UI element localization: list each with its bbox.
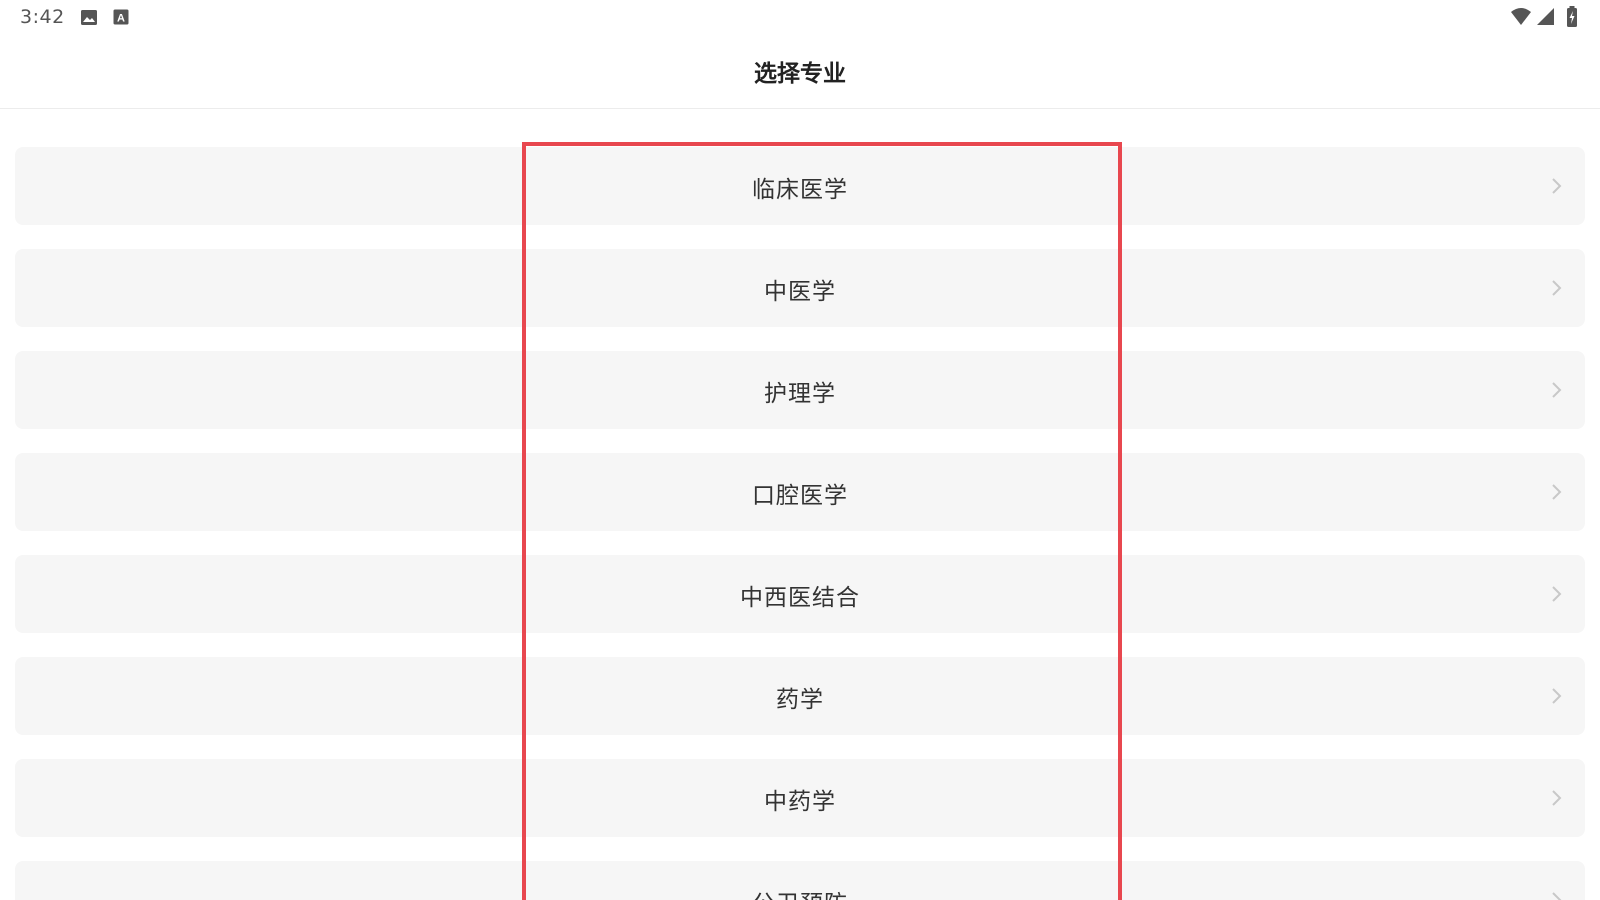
major-item-public-health[interactable]: 公卫预防 [15, 861, 1585, 900]
chevron-right-icon [1549, 789, 1563, 807]
major-item-integrated-medicine[interactable]: 中西医结合 [15, 555, 1585, 633]
chevron-right-icon [1549, 177, 1563, 195]
major-item-chinese-medicine[interactable]: 中医学 [15, 249, 1585, 327]
major-label: 临床医学 [752, 177, 848, 203]
major-item-chinese-pharmacy[interactable]: 中药学 [15, 759, 1585, 837]
major-item-pharmacy[interactable]: 药学 [15, 657, 1585, 735]
major-item-nursing[interactable]: 护理学 [15, 351, 1585, 429]
chevron-right-icon [1549, 483, 1563, 501]
major-label: 中西医结合 [740, 585, 860, 611]
major-label: 护理学 [764, 381, 836, 407]
major-item-clinical-medicine[interactable]: 临床医学 [15, 147, 1585, 225]
major-label: 中药学 [764, 789, 836, 815]
app-screen: 3:42 A 选择专业 临床医学 中医学 护理学 口腔医学 中西医结合 药学 中… [0, 0, 1600, 900]
chevron-right-icon [1549, 381, 1563, 399]
chevron-right-icon [1549, 585, 1563, 603]
major-label: 药学 [776, 687, 824, 713]
major-label: 中医学 [764, 279, 836, 305]
chevron-right-icon [1549, 687, 1563, 705]
major-label: 口腔医学 [752, 483, 848, 509]
chevron-right-icon [1549, 891, 1563, 900]
major-list: 临床医学 中医学 护理学 口腔医学 中西医结合 药学 中药学 [0, 0, 1600, 900]
chevron-right-icon [1549, 279, 1563, 297]
major-label: 公卫预防 [15, 884, 1585, 900]
major-item-stomatology[interactable]: 口腔医学 [15, 453, 1585, 531]
